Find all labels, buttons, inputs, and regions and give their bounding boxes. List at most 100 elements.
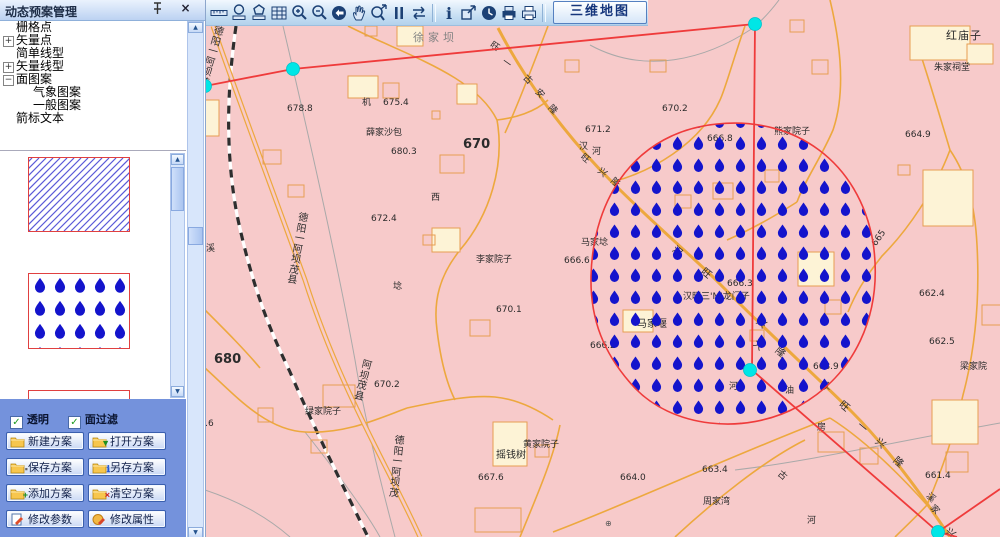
button-label: 清空方案 [110, 486, 154, 502]
hazard-area-circle[interactable] [591, 123, 875, 424]
measure-area-icon [229, 3, 249, 23]
panel-scrollbar[interactable]: ▲ ▼ [187, 21, 204, 537]
badge-icon: ▼ [101, 435, 110, 451]
print-button[interactable] [519, 2, 539, 24]
new-plan-button[interactable]: 新建方案 [6, 432, 84, 450]
save-plan-button[interactable]: ▪保存方案 [6, 458, 84, 476]
grid-button[interactable] [269, 2, 289, 24]
print-dark-button[interactable] [499, 2, 519, 24]
pan-hand-icon [349, 3, 369, 23]
expand-plus-icon[interactable]: + [3, 36, 14, 47]
button-label: 添加方案 [28, 486, 72, 502]
edit-attrs-icon [92, 513, 107, 526]
tree-item-arrow-text[interactable]: 箭标文本 [0, 112, 186, 125]
vertex-handle[interactable] [932, 526, 945, 537]
grid-icon [269, 3, 289, 23]
pattern-list [0, 150, 186, 400]
pattern-swatch-drops[interactable] [28, 273, 130, 349]
map-3d-button[interactable]: 三维地图 [553, 1, 647, 24]
plan-boundary-segment[interactable] [938, 489, 1000, 532]
checkbox-check-icon[interactable]: ✓ [68, 416, 81, 429]
export-button[interactable] [459, 2, 479, 24]
transparent-checkbox[interactable]: ✓ 透明 [10, 411, 49, 429]
vertex-handle[interactable] [287, 63, 300, 76]
collapse-minus-icon[interactable]: − [3, 75, 14, 86]
button-label: 修改参数 [28, 512, 72, 528]
measure-length-button[interactable] [209, 2, 229, 24]
clock-icon [479, 3, 499, 23]
panel-title: 动态预案管理 [5, 3, 77, 20]
pan-hand-button[interactable] [349, 2, 369, 24]
pattern-swatch-hatch[interactable] [28, 157, 130, 232]
clock-button[interactable] [479, 2, 499, 24]
tree-item-label: 箭标文本 [16, 112, 64, 125]
zoom-in-button[interactable] [289, 2, 309, 24]
scroll-down-icon[interactable]: ▼ [171, 386, 184, 397]
open-plan-button[interactable]: ▼打开方案 [88, 432, 166, 450]
vertex-handle[interactable] [744, 364, 757, 377]
checkbox-check-icon[interactable]: ✓ [10, 416, 23, 429]
map-toolbar: i 三维地图 [205, 0, 648, 26]
measure-area-button[interactable] [229, 2, 249, 24]
face-filter-checkbox[interactable]: ✓ 面过滤 [68, 411, 118, 429]
folder-clear-icon: × [92, 487, 107, 500]
panel-titlebar: 动态预案管理 × [0, 0, 205, 21]
folder-saveas-icon: ℹ [92, 461, 107, 474]
checkbox-label: 透明 [23, 413, 49, 426]
vertex-handle[interactable] [749, 18, 762, 31]
folder-save-icon: ▪ [10, 461, 25, 474]
scrollbar-thumb[interactable] [188, 227, 203, 245]
checkbox-label: 面过滤 [81, 413, 118, 426]
close-icon[interactable]: × [178, 1, 193, 16]
toolbar-separator [432, 4, 436, 22]
pattern-list-scrollbar[interactable]: ▲ ▼ [170, 153, 185, 398]
svg-text:i: i [446, 4, 452, 23]
add-plan-button[interactable]: +添加方案 [6, 484, 84, 502]
button-label: 保存方案 [28, 460, 72, 476]
print-icon [519, 3, 539, 23]
zoom-out-icon [309, 3, 329, 23]
scroll-down-icon[interactable]: ▼ [188, 527, 203, 537]
plan-overlay [205, 0, 1000, 537]
print-dark-icon [499, 3, 519, 23]
swap-arrows-button[interactable] [409, 2, 429, 24]
measure-polygon-icon [249, 3, 269, 23]
pin-icon[interactable] [150, 2, 165, 17]
modify-attrs-button[interactable]: 修改属性 [88, 510, 166, 528]
scroll-up-icon[interactable]: ▲ [188, 22, 203, 33]
folder-add-icon: + [10, 487, 25, 500]
info-icon: i [439, 3, 459, 23]
folder-open-icon: ▼ [92, 435, 107, 448]
measure-length-icon [209, 3, 229, 23]
map-canvas[interactable]: 徐家坝红庙子朱家祠堂678.8机675.4薛家沙包680.3670672.4西溪… [205, 0, 1000, 537]
folder-new-icon [10, 435, 25, 448]
save-as-plan-button[interactable]: ℹ另存方案 [88, 458, 166, 476]
button-label: 打开方案 [110, 434, 154, 450]
edit-params-icon [10, 513, 25, 526]
zoom-out-button[interactable] [309, 2, 329, 24]
tree-item-weather-pattern[interactable]: 气象图案 [0, 86, 186, 99]
application-window: { "panel": { "title": "动态预案管理", "pin_ico… [0, 0, 1000, 537]
zoom-window-button[interactable] [369, 2, 389, 24]
button-label: 新建方案 [28, 434, 72, 450]
modify-params-button[interactable]: 修改参数 [6, 510, 84, 528]
clear-plan-button[interactable]: ×清空方案 [88, 484, 166, 502]
pause-icon [389, 3, 409, 23]
button-label: 另存方案 [110, 460, 154, 476]
previous-view-icon [329, 3, 349, 23]
zoom-in-icon [289, 3, 309, 23]
info-button[interactable]: i [439, 2, 459, 24]
plan-manager-panel: 动态预案管理 × 栅格点+矢量点简单线型+矢量线型−面图案气象图案一般图案箭标文… [0, 0, 206, 537]
plan-tree: 栅格点+矢量点简单线型+矢量线型−面图案气象图案一般图案箭标文本 [0, 21, 186, 149]
swap-arrows-icon [409, 3, 429, 23]
pause-button[interactable] [389, 2, 409, 24]
tree-item-area-pattern[interactable]: −面图案 [0, 73, 186, 86]
zoom-window-icon [369, 3, 389, 23]
scrollbar-thumb[interactable] [171, 167, 184, 211]
scroll-up-icon[interactable]: ▲ [171, 154, 184, 165]
button-label: 修改属性 [110, 512, 154, 528]
expand-plus-icon[interactable]: + [3, 62, 14, 73]
plan-control-panel: ✓ 透明✓ 面过滤新建方案▼打开方案▪保存方案ℹ另存方案+添加方案×清空方案修改… [0, 399, 186, 537]
measure-polygon-button[interactable] [249, 2, 269, 24]
previous-view-button[interactable] [329, 2, 349, 24]
